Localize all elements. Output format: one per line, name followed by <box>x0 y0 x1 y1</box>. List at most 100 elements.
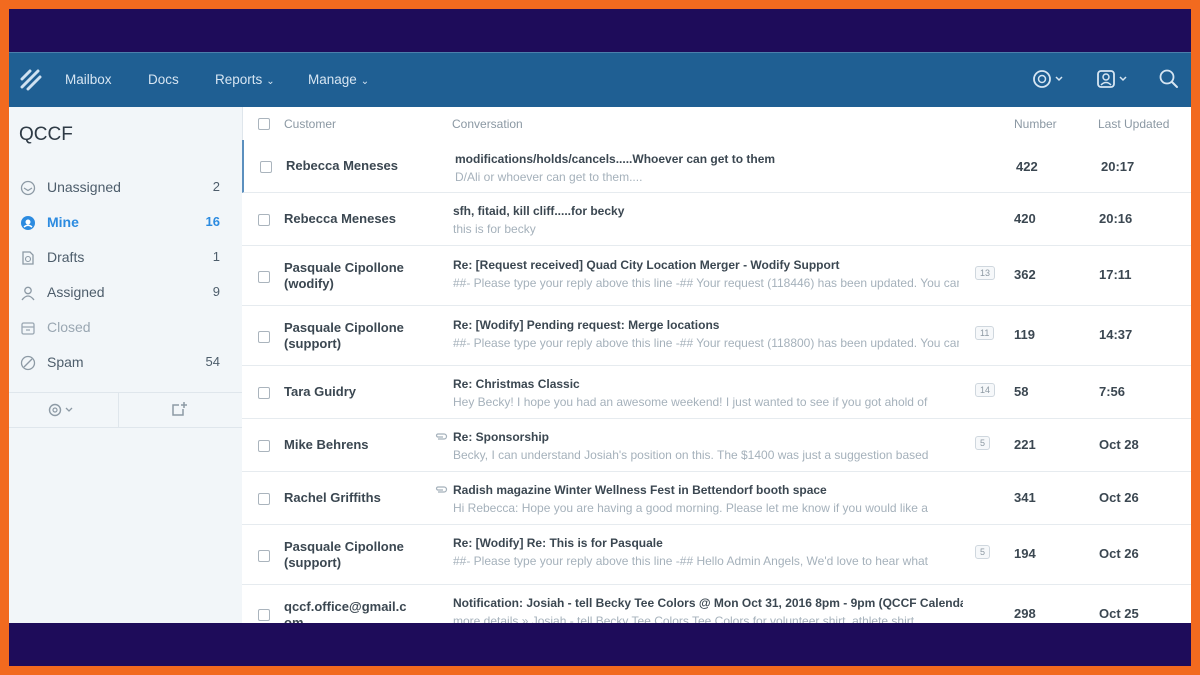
conversation-subject: Re: Sponsorship <box>453 430 550 444</box>
table-row[interactable]: Rebecca Meneses modifications/holds/canc… <box>242 140 1191 193</box>
conversation-preview: Hey Becky! I hope you had an awesome wee… <box>453 395 928 409</box>
folder-unassigned[interactable]: Unassigned 2 <box>9 173 242 203</box>
nav-manage[interactable]: Manage ⌄ <box>308 72 369 87</box>
row-checkbox[interactable] <box>258 493 270 505</box>
conversation-preview: ##- Please type your reply above this li… <box>453 276 959 290</box>
conversation-number: 362 <box>1014 267 1036 282</box>
folder-label: Assigned <box>47 284 105 300</box>
header-customer[interactable]: Customer <box>284 117 336 131</box>
conversation-preview: this is for becky <box>453 222 536 236</box>
folder-closed[interactable]: Closed <box>9 313 242 343</box>
conversation-subject: modifications/holds/cancels.....Whoever … <box>455 152 776 166</box>
folder-label: Drafts <box>47 249 85 265</box>
thread-count-badge: 14 <box>975 383 996 397</box>
mine-icon <box>21 216 35 230</box>
row-checkbox[interactable] <box>258 609 270 621</box>
customer-name: Rebecca Meneses <box>284 211 397 226</box>
conversation-subject: Re: Christmas Classic <box>453 377 580 391</box>
select-all-checkbox[interactable] <box>258 118 270 130</box>
customer-name: Pasquale Cipollone (wodify) <box>284 260 404 291</box>
conversation-number: 341 <box>1014 490 1036 505</box>
last-updated: 14:37 <box>1099 327 1133 342</box>
customer-name: Tara Guidry <box>284 384 357 399</box>
folder-count: 54 <box>205 354 220 369</box>
row-checkbox[interactable] <box>258 214 270 226</box>
folder-assigned[interactable]: Assigned 9 <box>9 278 242 308</box>
row-checkbox[interactable] <box>258 387 270 399</box>
conversation-number: 221 <box>1014 437 1036 452</box>
conversation-preview: Hi Rebecca: Hope you are having a good m… <box>453 501 928 515</box>
nav-reports[interactable]: Reports ⌄ <box>215 72 275 87</box>
conversation-preview: D/Ali or whoever can get to them.... <box>455 170 643 184</box>
table-row[interactable]: Pasquale Cipollone (support) Re: [Wodify… <box>242 306 1191 366</box>
table-row[interactable]: qccf.office@gmail.com Notification: Josi… <box>242 585 1191 623</box>
conversation-subject: Re: [Wodify] Re: This is for Pasquale <box>453 536 663 550</box>
table-row[interactable]: Mike Behrens Re: Sponsorship Becky, I ca… <box>242 419 1191 472</box>
nav-mailbox[interactable]: Mailbox <box>65 72 112 87</box>
thread-count-badge: 5 <box>975 545 991 559</box>
conversation-table: Customer Conversation Number Last Update… <box>242 107 1191 623</box>
search-icon[interactable] <box>1157 67 1181 91</box>
row-checkbox[interactable] <box>258 550 270 562</box>
customer-name: qccf.office@gmail.com <box>284 599 407 623</box>
folder-label: Unassigned <box>47 179 121 195</box>
row-checkbox[interactable] <box>258 440 270 452</box>
user-profile-icon[interactable] <box>1095 67 1129 91</box>
last-updated: Oct 26 <box>1099 490 1139 505</box>
header-last-updated[interactable]: Last Updated <box>1098 117 1169 131</box>
folder-label: Mine <box>47 214 79 230</box>
header-conversation[interactable]: Conversation <box>452 117 523 131</box>
folder-count: 9 <box>212 284 220 299</box>
new-conversation-icon[interactable] <box>169 400 189 420</box>
conversation-preview: Becky, I can understand Josiah's positio… <box>453 448 929 462</box>
conversation-number: 58 <box>1014 384 1029 399</box>
folder-count: 16 <box>205 214 220 229</box>
thread-count-badge: 11 <box>975 326 995 340</box>
folder-spam[interactable]: Spam 54 <box>9 348 242 378</box>
last-updated: Oct 26 <box>1099 546 1139 561</box>
conversation-preview: ##- Please type your reply above this li… <box>453 554 929 568</box>
conversation-subject: Re: [Wodify] Pending request: Merge loca… <box>453 318 720 332</box>
help-icon[interactable] <box>1031 67 1065 91</box>
table-row[interactable]: Rebecca Meneses sfh, fitaid, kill cliff.… <box>242 193 1191 246</box>
thread-count-badge: 5 <box>975 436 991 450</box>
row-checkbox[interactable] <box>258 271 270 283</box>
conversation-subject: Radish magazine Winter Wellness Fest in … <box>453 483 827 497</box>
conversation-number: 422 <box>1016 159 1038 174</box>
last-updated: 7:56 <box>1099 384 1126 399</box>
folder-count: 1 <box>212 249 220 264</box>
customer-name: Pasquale Cipollone (support) <box>284 320 404 351</box>
customer-name: Pasquale Cipollone (support) <box>284 539 404 570</box>
conversation-number: 119 <box>1014 327 1035 342</box>
table-row[interactable]: Pasquale Cipollone (support) Re: [Wodify… <box>242 525 1191 585</box>
archive-icon <box>21 322 35 335</box>
table-header: Customer Conversation Number Last Update… <box>242 107 1191 141</box>
customer-name: Rebecca Meneses <box>286 158 399 173</box>
row-checkbox[interactable] <box>258 331 270 343</box>
conversation-number: 420 <box>1014 211 1036 226</box>
chevron-down-icon: ⌄ <box>360 76 370 87</box>
customer-name: Mike Behrens <box>284 437 369 452</box>
row-checkbox[interactable] <box>260 161 272 173</box>
conversation-number: 298 <box>1014 606 1036 621</box>
folder-count: 2 <box>212 179 220 194</box>
table-row[interactable]: Tara Guidry Re: Christmas Classic Hey Be… <box>242 366 1191 419</box>
table-row[interactable]: Rachel Griffiths Radish magazine Winter … <box>242 472 1191 525</box>
folder-mine[interactable]: Mine 16 <box>9 208 242 238</box>
nav-docs[interactable]: Docs <box>148 72 179 87</box>
mailbox-title[interactable]: QCCF <box>19 124 73 146</box>
last-updated: Oct 25 <box>1099 606 1139 621</box>
tools-divider <box>118 393 119 427</box>
table-row[interactable]: Pasquale Cipollone (wodify) Re: [Request… <box>242 246 1191 306</box>
conversation-subject: Re: [Request received] Quad City Locatio… <box>453 258 840 272</box>
last-updated: 20:16 <box>1099 211 1133 226</box>
app-logo-icon[interactable] <box>20 69 42 91</box>
customer-name: Rachel Griffiths <box>284 490 381 505</box>
header-number[interactable]: Number <box>1014 117 1057 131</box>
conversation-number: 194 <box>1014 546 1036 561</box>
folder-drafts[interactable]: Drafts 1 <box>9 243 242 273</box>
folder-label: Closed <box>47 319 91 335</box>
video-frame: Mailbox Docs Reports ⌄ Manage ⌄ QCCF Una… <box>9 9 1191 666</box>
last-updated: 20:17 <box>1101 159 1135 174</box>
settings-icon[interactable] <box>47 402 77 418</box>
